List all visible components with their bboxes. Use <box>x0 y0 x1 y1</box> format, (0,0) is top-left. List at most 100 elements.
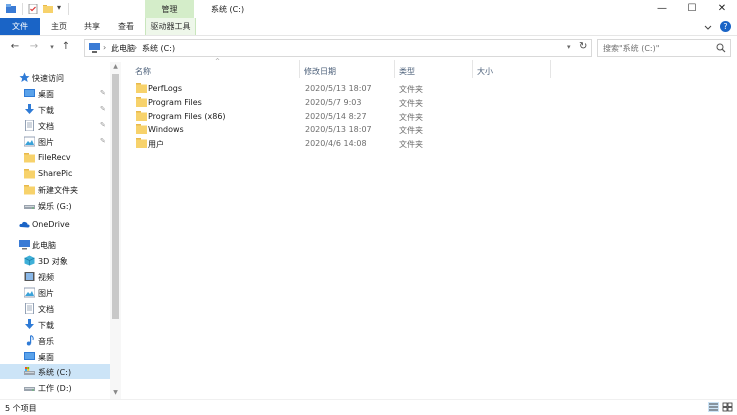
nav-item-label: 文档 <box>38 122 54 131</box>
breadcrumb-this-pc[interactable]: 此电脑 <box>111 43 135 54</box>
column-header-name[interactable]: 名称 <box>135 66 151 77</box>
properties-icon[interactable] <box>28 4 38 14</box>
nav-onedrive-label: OneDrive <box>32 220 70 229</box>
nav-item-downloads-pc[interactable]: 下载 <box>0 317 110 332</box>
title-bar: ▾ 管理 系统 (C:) — ☐ ✕ <box>0 0 737 18</box>
document-icon <box>25 120 34 131</box>
refresh-icon[interactable]: ↻ <box>579 41 587 52</box>
close-button[interactable]: ✕ <box>707 0 737 18</box>
recent-locations-button[interactable]: ▾ <box>46 40 58 54</box>
minimize-button[interactable]: — <box>647 0 677 18</box>
nav-item-pictures-pc[interactable]: 图片 <box>0 285 110 300</box>
large-icons-view-icon[interactable] <box>722 402 733 412</box>
sort-ascending-icon: ^ <box>215 58 221 65</box>
back-button[interactable]: ← <box>9 40 21 54</box>
maximize-button[interactable]: ☐ <box>677 0 707 18</box>
nav-item-pictures[interactable]: 图片 ✎ <box>0 134 110 149</box>
desktop-icon <box>24 89 35 97</box>
file-date: 2020/5/7 9:03 <box>305 98 362 107</box>
search-icon[interactable] <box>716 43 726 53</box>
nav-item-label: 新建文件夹 <box>38 186 78 195</box>
file-name: Program Files (x86) <box>148 112 226 121</box>
nav-item-work-d[interactable]: 工作 (D:) <box>0 380 110 395</box>
computer-icon <box>19 240 30 250</box>
qa-divider-2 <box>68 3 69 15</box>
nav-item-desktop-pc[interactable]: 桌面 <box>0 349 110 364</box>
nav-item-documents[interactable]: 文档 ✎ <box>0 118 110 133</box>
tab-manage[interactable]: 管理 <box>145 0 194 18</box>
download-icon <box>25 319 34 329</box>
new-folder-icon[interactable] <box>43 4 53 14</box>
help-icon[interactable]: ? <box>720 21 731 32</box>
nav-onedrive[interactable]: OneDrive <box>0 217 110 232</box>
nav-this-pc[interactable]: 此电脑 <box>0 237 110 252</box>
nav-item-videos[interactable]: 视频 <box>0 269 110 284</box>
column-divider[interactable] <box>394 60 395 78</box>
table-row[interactable]: Program Files (x86) 2020/5/14 8:27 文件夹 <box>134 110 524 123</box>
scroll-thumb[interactable] <box>112 74 119 319</box>
nav-item-label: 视频 <box>38 273 54 282</box>
column-divider[interactable] <box>550 60 551 78</box>
tab-file[interactable]: 文件 <box>0 18 40 35</box>
item-count: 5 个项目 <box>5 404 37 413</box>
table-row[interactable]: Windows 2020/5/13 18:07 文件夹 <box>134 123 524 136</box>
scroll-up-icon[interactable]: ▲ <box>110 62 121 72</box>
file-date: 2020/5/14 8:27 <box>305 112 367 121</box>
table-row[interactable]: PerfLogs 2020/5/13 18:07 文件夹 <box>134 82 524 95</box>
column-header-size[interactable]: 大小 <box>477 66 493 77</box>
tab-manage-label: 管理 <box>161 5 178 14</box>
qa-customize-icon[interactable]: ▾ <box>57 3 61 12</box>
nav-item-system-c[interactable]: 系统 (C:) <box>0 364 110 379</box>
nav-item-label: 文档 <box>38 305 54 314</box>
nav-item-downloads[interactable]: 下载 ✎ <box>0 102 110 117</box>
tab-drive-tools[interactable]: 驱动器工具 <box>145 18 196 35</box>
file-date: 2020/5/13 18:07 <box>305 125 372 134</box>
breadcrumb-current[interactable]: 系统 (C:) <box>142 43 175 54</box>
drive-icon <box>24 387 35 391</box>
nav-scrollbar[interactable]: ▲ ▼ <box>110 62 121 400</box>
table-row[interactable]: 用户 2020/4/6 14:08 文件夹 <box>134 137 524 150</box>
column-header-date[interactable]: 修改日期 <box>304 66 336 77</box>
column-divider[interactable] <box>299 60 300 78</box>
nav-quick-access[interactable]: 快速访问 <box>0 70 110 85</box>
forward-button[interactable]: → <box>28 40 40 54</box>
document-icon <box>25 303 34 314</box>
folder-icon <box>24 185 35 195</box>
file-date: 2020/5/13 18:07 <box>305 84 372 93</box>
pictures-icon <box>24 287 35 298</box>
address-dropdown-icon[interactable]: ▾ <box>567 43 571 51</box>
status-bar: 5 个项目 <box>0 399 737 415</box>
table-row[interactable]: Program Files 2020/5/7 9:03 文件夹 <box>134 96 524 109</box>
nav-item-label: 工作 (D:) <box>38 384 72 393</box>
scroll-down-icon[interactable]: ▼ <box>110 388 121 398</box>
tab-home[interactable]: 主页 <box>51 18 67 35</box>
nav-item-new-folder[interactable]: 新建文件夹 <box>0 182 110 197</box>
nav-item-3d-objects[interactable]: 3D 对象 <box>0 253 110 268</box>
file-type: 文件夹 <box>399 85 423 94</box>
explorer-icon[interactable] <box>6 4 16 14</box>
nav-item-label: 下载 <box>38 106 54 115</box>
tab-share[interactable]: 共享 <box>84 18 100 35</box>
nav-item-sharepic[interactable]: SharePic <box>0 166 110 181</box>
column-divider[interactable] <box>472 60 473 78</box>
cloud-icon <box>19 221 30 228</box>
up-button[interactable]: ↑ <box>60 40 72 54</box>
address-bar[interactable]: › 此电脑 › 系统 (C:) ▾ ↻ <box>84 39 592 57</box>
nav-item-documents-pc[interactable]: 文档 <box>0 301 110 316</box>
expand-ribbon-icon[interactable] <box>703 22 713 32</box>
nav-item-label: FileRecv <box>38 153 71 162</box>
nav-item-desktop[interactable]: 桌面 ✎ <box>0 86 110 101</box>
column-header-type[interactable]: 类型 <box>399 66 415 77</box>
nav-item-filerecv[interactable]: FileRecv <box>0 150 110 165</box>
navigation-pane: 快速访问 桌面 ✎ 下载 ✎ 文档 ✎ 图片 ✎ FileRecv ShareP… <box>0 62 121 400</box>
nav-item-drive-g[interactable]: 娱乐 (G:) <box>0 198 110 213</box>
nav-item-label: 系统 (C:) <box>38 368 72 377</box>
details-view-icon[interactable] <box>708 402 719 412</box>
tab-view[interactable]: 查看 <box>118 18 134 35</box>
pin-icon: ✎ <box>100 105 106 113</box>
search-input[interactable]: 搜索"系统 (C:)" <box>597 39 731 57</box>
music-icon <box>26 335 34 346</box>
file-type: 文件夹 <box>399 140 423 149</box>
folder-icon <box>24 153 35 163</box>
nav-item-music[interactable]: 音乐 <box>0 333 110 348</box>
